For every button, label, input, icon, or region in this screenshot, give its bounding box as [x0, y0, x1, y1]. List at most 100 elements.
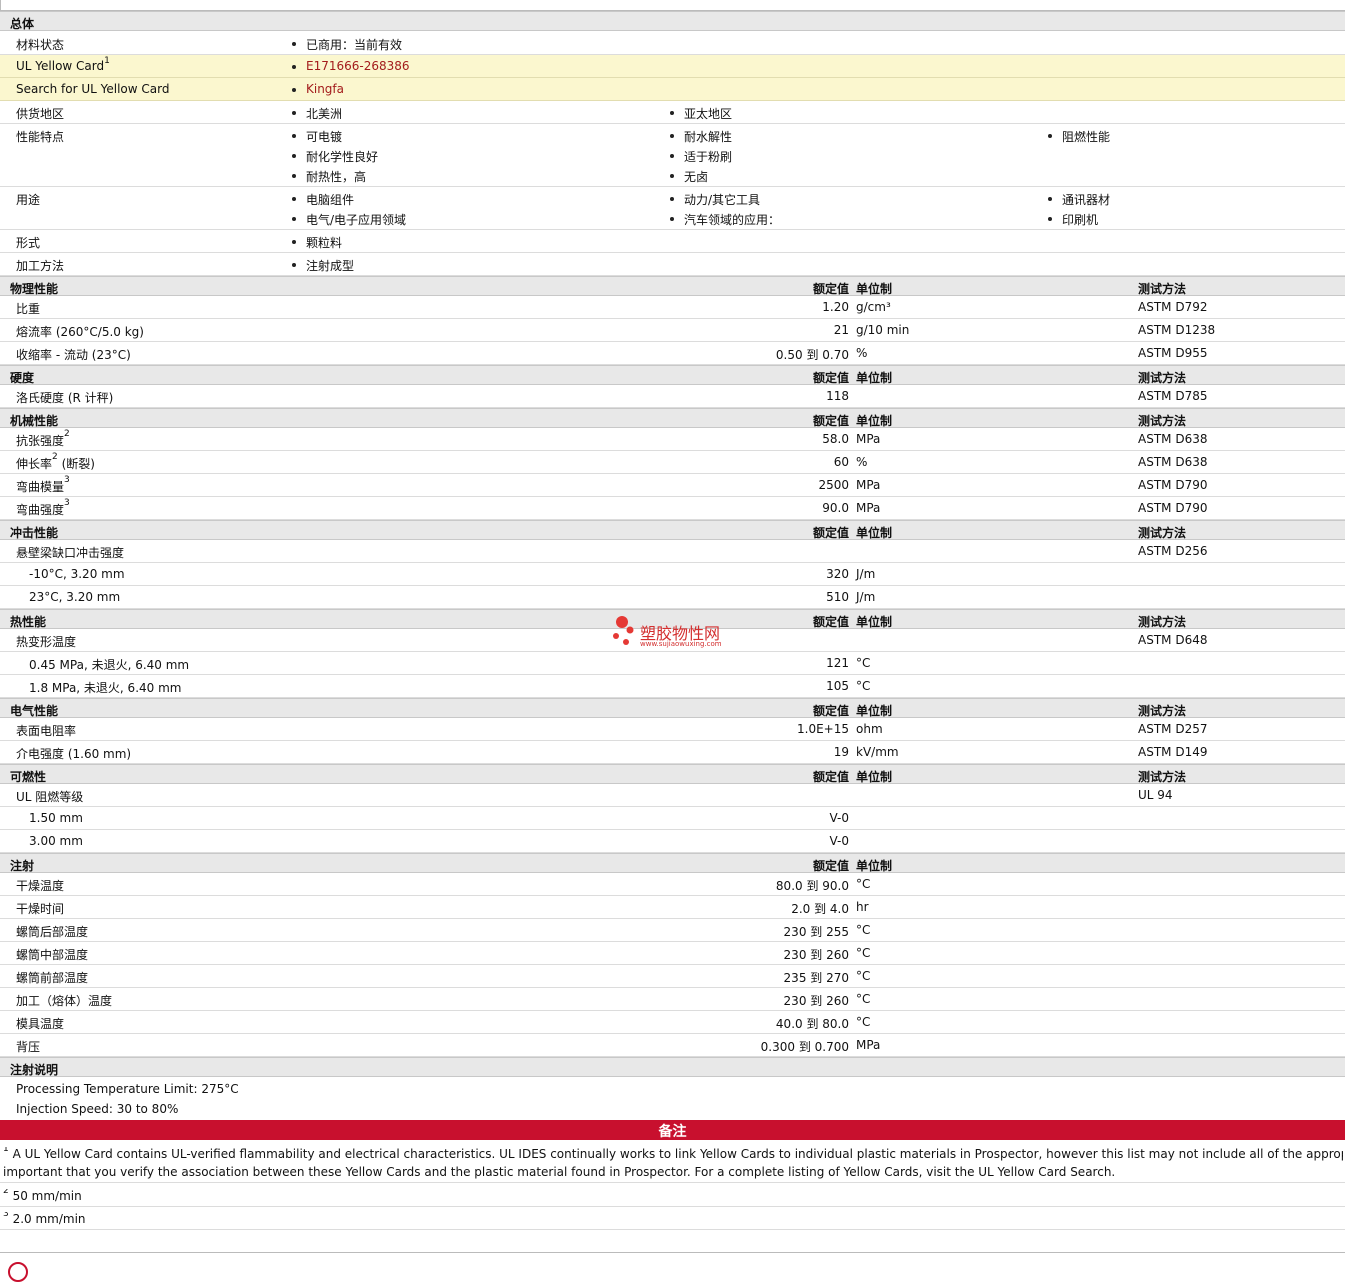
property-label: 表面电阻率: [16, 722, 76, 739]
header-test: 测试方法: [1138, 770, 1187, 784]
yellow-card-link[interactable]: Kingfa: [306, 82, 344, 96]
property-row: 介电强度 (1.60 mm) 19 kV/mm ASTM D149: [0, 741, 1345, 764]
general-list-item: 无卤: [668, 168, 708, 185]
general-row: Search for UL Yellow Card Kingfa: [0, 78, 1345, 101]
property-label: 介电强度 (1.60 mm): [16, 745, 131, 762]
property-unit: MPa: [856, 432, 881, 446]
general-row: 加工方法 注射成型: [0, 253, 1345, 276]
property-value: 2500: [818, 478, 849, 492]
property-value: 510: [826, 590, 849, 604]
yellow-card-link[interactable]: E171666-268386: [306, 59, 410, 73]
note-item: 2 50 mm/min: [3, 1189, 1343, 1203]
property-value: 230 到 260: [783, 948, 849, 962]
list-item-text: 汽车领域的应用：: [684, 213, 781, 227]
label-text: 0.45 MPa, 未退火, 6.40 mm: [29, 658, 190, 672]
note-text: 50 mm/min: [12, 1189, 82, 1203]
property-label: 抗张强度2: [16, 429, 70, 449]
property-label: 弯曲强度3: [16, 498, 70, 518]
property-value: 21: [833, 323, 849, 337]
top-border: [0, 0, 1345, 11]
general-list-item: 阻燃性能: [1046, 128, 1110, 145]
general-list-item: 耐化学性良好: [290, 148, 378, 165]
list-item-text: 亚太地区: [684, 107, 733, 121]
general-label: 形式: [16, 234, 40, 251]
property-value: 1.0E+15: [797, 722, 849, 736]
general-label: 用途: [16, 191, 40, 208]
property-row: 悬壁梁缺口冲击强度 ASTM D256: [0, 540, 1345, 563]
property-unit: %: [856, 346, 868, 360]
section-header-mechanical: 机械性能 额定值 单位制 测试方法: [0, 408, 1345, 428]
property-label: 3.00 mm: [29, 834, 83, 848]
property-label: 螺筒后部温度: [16, 923, 88, 940]
label-text: 模具温度: [16, 1017, 65, 1031]
property-label: 比重: [16, 300, 40, 317]
label-text: 加工（熔体）温度: [16, 994, 113, 1008]
footnote-ref: 1: [104, 56, 110, 66]
general-value[interactable]: Kingfa: [290, 82, 344, 96]
label-text: 比重: [16, 302, 41, 316]
property-label: 1.50 mm: [29, 811, 83, 825]
test-method: ASTM D638: [1138, 455, 1208, 469]
property-unit: J/m: [856, 590, 876, 604]
property-label: UL 阻燃等级: [16, 788, 83, 805]
section-header-physical: 物理性能 额定值 单位制 测试方法: [0, 276, 1345, 296]
general-label: UL Yellow Card1: [16, 56, 110, 73]
list-item-text: 动力/其它工具: [684, 193, 761, 207]
test-method: ASTM D256: [1138, 544, 1208, 558]
property-label: 23°C, 3.20 mm: [29, 590, 120, 604]
property-row: 干燥温度 80.0 到 90.0 °C: [0, 873, 1345, 896]
property-label: 伸长率2 (断裂): [16, 452, 95, 472]
label-text: 螺筒前部温度: [16, 971, 89, 985]
notes-title: 备注: [658, 1124, 687, 1140]
property-label: 0.45 MPa, 未退火, 6.40 mm: [29, 656, 189, 673]
general-value[interactable]: E171666-268386: [290, 59, 410, 73]
label-text: Search for UL Yellow Card: [16, 82, 170, 96]
label-suffix: (断裂): [57, 457, 95, 471]
header-unit: 单位制: [856, 859, 893, 873]
note-text: important that you verify the associatio…: [3, 1165, 1116, 1179]
list-item-text: 阻燃性能: [1062, 130, 1111, 144]
general-list-item: 耐水解性: [668, 128, 732, 145]
property-value: 80.0 到 90.0: [775, 879, 849, 893]
section-title: 物理性能: [10, 282, 59, 296]
property-unit: °C: [856, 923, 871, 937]
property-label: 1.8 MPa, 未退火, 6.40 mm: [29, 679, 181, 696]
general-row: 供货地区 北美洲 亚太地区: [0, 101, 1345, 124]
list-item-text: 耐水解性: [684, 130, 733, 144]
property-row: 洛氏硬度 (R 计秤) 118 ASTM D785: [0, 385, 1345, 408]
property-row: 干燥时间 2.0 到 4.0 hr: [0, 896, 1345, 919]
section-header-impact: 冲击性能 额定值 单位制 测试方法: [0, 520, 1345, 540]
test-method: UL 94: [1138, 788, 1173, 802]
header-unit: 单位制: [856, 615, 893, 629]
property-label: 收缩率 - 流动 (23°C): [16, 346, 131, 363]
label-text: 干燥时间: [16, 902, 65, 916]
property-label: -10°C, 3.20 mm: [29, 567, 125, 581]
section-title: 注射: [10, 859, 35, 873]
property-label: 螺筒前部温度: [16, 969, 88, 986]
footnote-number: 1: [3, 1147, 9, 1154]
header-unit: 单位制: [856, 371, 893, 385]
property-unit: °C: [856, 877, 871, 891]
property-unit: °C: [856, 1015, 871, 1029]
section-title: 硬度: [10, 371, 35, 385]
property-row: 熔流率 (260°C/5.0 kg) 21 g/10 min ASTM D1238: [0, 319, 1345, 342]
header-value: 额定值: [812, 704, 849, 718]
list-item-text: 电气/电子应用领域: [306, 213, 407, 227]
general-label: 供货地区: [16, 105, 64, 122]
property-row: 比重 1.20 g/cm³ ASTM D792: [0, 296, 1345, 319]
property-label: 模具温度: [16, 1015, 64, 1032]
test-method: ASTM D257: [1138, 722, 1208, 736]
general-list-item: 汽车领域的应用：: [668, 211, 780, 228]
footer-logo-icon: [8, 1262, 28, 1282]
list-item-text: 可电镀: [306, 130, 343, 144]
property-value: 230 到 255: [783, 925, 849, 939]
header-value: 额定值: [812, 615, 849, 629]
label-text: -10°C, 3.20 mm: [29, 567, 125, 581]
property-label: 弯曲模量3: [16, 475, 70, 495]
property-row: 0.45 MPa, 未退火, 6.40 mm 121 °C: [0, 652, 1345, 675]
list-item-text: 注射成型: [306, 259, 355, 273]
test-method: ASTM D792: [1138, 300, 1208, 314]
label-text: 性能特点: [16, 130, 65, 144]
test-method: ASTM D149: [1138, 745, 1208, 759]
property-unit: °C: [856, 969, 871, 983]
